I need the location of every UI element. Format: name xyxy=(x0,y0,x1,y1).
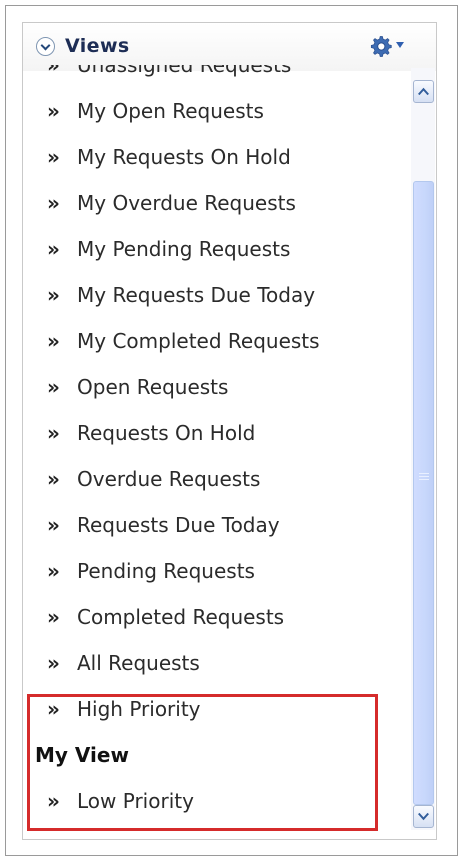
view-item-all-requests[interactable]: » All Requests xyxy=(23,640,406,686)
view-item-overdue-requests[interactable]: » Overdue Requests xyxy=(23,456,406,502)
scroll-up-button[interactable] xyxy=(413,80,434,103)
view-item-completed-requests[interactable]: » Completed Requests xyxy=(23,594,406,640)
double-chevron-right-icon: » xyxy=(47,283,60,307)
my-view-section-heading-row: My View xyxy=(23,732,406,778)
scrollbar-thumb[interactable] xyxy=(413,181,434,805)
view-item-label: Open Requests xyxy=(77,375,229,399)
double-chevron-right-icon: » xyxy=(47,789,60,813)
double-chevron-right-icon: » xyxy=(47,191,60,215)
double-chevron-right-icon: » xyxy=(47,651,60,675)
double-chevron-right-icon: » xyxy=(47,375,60,399)
double-chevron-right-icon: » xyxy=(47,329,60,353)
view-item-label: Unassigned Requests xyxy=(77,65,292,77)
view-item-pending-requests[interactable]: » Pending Requests xyxy=(23,548,406,594)
double-chevron-right-icon: » xyxy=(47,513,60,537)
view-item-label: Completed Requests xyxy=(77,605,285,629)
view-item-label: Requests Due Today xyxy=(77,513,280,537)
double-chevron-right-icon: » xyxy=(47,145,60,169)
double-chevron-right-icon: » xyxy=(47,65,60,77)
double-chevron-right-icon: » xyxy=(47,99,60,123)
double-chevron-right-icon: » xyxy=(47,467,60,491)
view-item-label: High Priority xyxy=(77,697,201,721)
view-item-my-pending-requests[interactable]: » My Pending Requests xyxy=(23,226,406,272)
double-chevron-right-icon: » xyxy=(47,697,60,721)
double-chevron-right-icon: » xyxy=(47,605,60,629)
collapse-icon[interactable] xyxy=(36,37,55,56)
view-item-unassigned-requests[interactable]: » Unassigned Requests xyxy=(23,65,406,88)
view-item-label: My Overdue Requests xyxy=(77,191,296,215)
double-chevron-right-icon: » xyxy=(47,237,60,261)
view-item-label: My Pending Requests xyxy=(77,237,291,261)
double-chevron-right-icon: » xyxy=(47,421,60,445)
view-item-label: Pending Requests xyxy=(77,559,255,583)
view-item-requests-on-hold[interactable]: » Requests On Hold xyxy=(23,410,406,456)
double-chevron-right-icon: » xyxy=(47,559,60,583)
gear-icon[interactable] xyxy=(367,34,395,60)
view-item-label: My Open Requests xyxy=(77,99,264,123)
view-item-my-open-requests[interactable]: » My Open Requests xyxy=(23,88,406,134)
caret-down-icon[interactable] xyxy=(395,41,405,49)
view-item-label: Overdue Requests xyxy=(77,467,261,491)
view-item-requests-due-today[interactable]: » Requests Due Today xyxy=(23,502,406,548)
views-list-viewport: » Unassigned Requests » My Open Requests… xyxy=(23,65,406,839)
view-item-label: My Requests Due Today xyxy=(77,283,316,307)
view-item-label: Low Priority xyxy=(77,789,194,813)
view-item-label: My Requests On Hold xyxy=(77,145,291,169)
scroll-down-button[interactable] xyxy=(413,805,434,828)
scroll-grip-icon xyxy=(419,473,429,481)
my-view-heading: My View xyxy=(35,743,129,767)
views-list: » Unassigned Requests » My Open Requests… xyxy=(23,65,406,824)
view-item-open-requests[interactable]: » Open Requests xyxy=(23,364,406,410)
chevron-down-icon xyxy=(418,812,429,821)
view-item-my-requests-due-today[interactable]: » My Requests Due Today xyxy=(23,272,406,318)
view-item-low-priority[interactable]: » Low Priority xyxy=(23,778,406,824)
chevron-up-icon xyxy=(418,87,429,96)
views-header: Views xyxy=(23,23,436,71)
view-item-my-requests-on-hold[interactable]: » My Requests On Hold xyxy=(23,134,406,180)
view-item-label: Requests On Hold xyxy=(77,421,256,445)
view-item-high-priority[interactable]: » High Priority xyxy=(23,686,406,732)
views-title: Views xyxy=(65,35,130,57)
view-item-my-completed-requests[interactable]: » My Completed Requests xyxy=(23,318,406,364)
views-panel: Views » Unassigned Requests » My Open Re… xyxy=(22,22,437,840)
view-item-my-overdue-requests[interactable]: » My Overdue Requests xyxy=(23,180,406,226)
view-item-label: My Completed Requests xyxy=(77,329,320,353)
view-item-label: All Requests xyxy=(77,651,200,675)
